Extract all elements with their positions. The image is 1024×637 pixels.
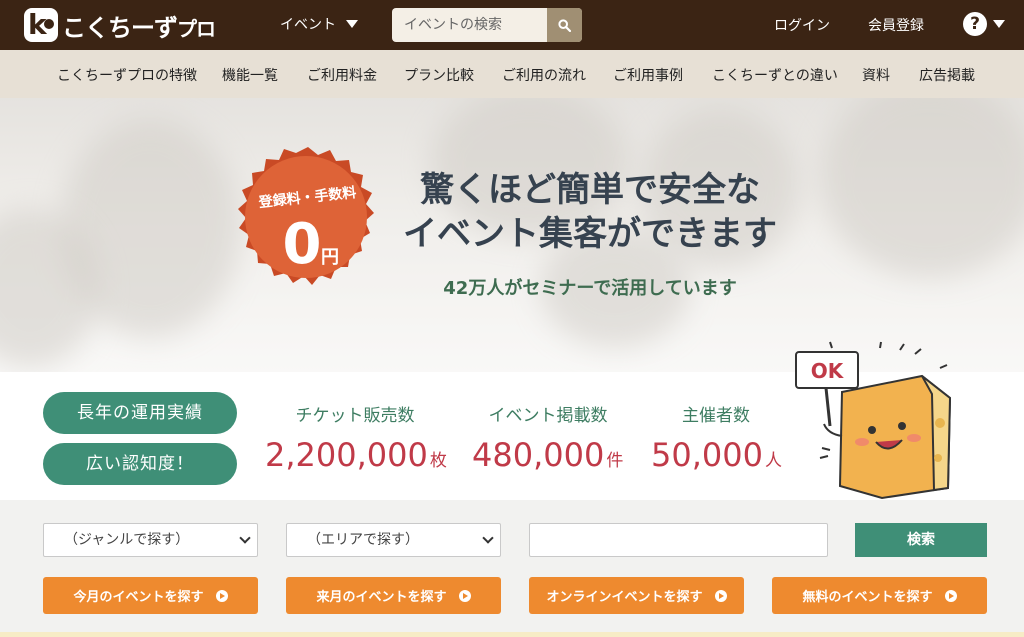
logo-mark-icon: k — [24, 8, 58, 42]
logo-text: こくちーずプロ — [62, 8, 216, 43]
fee-free-badge: 登録料・手数料 0 円 — [238, 147, 374, 285]
help-icon: ? — [963, 12, 987, 36]
event-count-label: イベント掲載数 — [488, 406, 608, 426]
event-count-number: 480,000 — [472, 436, 605, 474]
free-events-label: 無料のイベントを探す — [802, 590, 933, 605]
search-button[interactable] — [547, 8, 582, 42]
event-menu-dropdown[interactable]: イベント — [280, 14, 358, 34]
subnav-advertising[interactable]: 広告掲載 — [919, 65, 975, 85]
event-count-unit: 件 — [606, 451, 624, 471]
chevron-down-icon — [482, 532, 494, 544]
bottom-divider — [0, 632, 1024, 637]
arrow-right-icon — [714, 589, 727, 602]
cheese-mascot-illustration: OK — [795, 341, 952, 500]
subnav-materials[interactable]: 資料 — [862, 65, 890, 85]
arrow-right-icon — [458, 589, 471, 602]
next-month-events-button[interactable]: 来月のイベントを探す — [286, 577, 501, 614]
subnav-pricing[interactable]: ご利用料金 — [307, 65, 377, 85]
ticket-sales-label: チケット販売数 — [295, 406, 415, 426]
arrow-right-icon — [215, 589, 228, 602]
ticket-sales-unit: 枚 — [429, 451, 447, 471]
organizer-count-label: 主催者数 — [682, 406, 750, 426]
login-link[interactable]: ログイン — [774, 15, 830, 35]
subnav-functions[interactable]: 機能一覧 — [222, 65, 278, 85]
logo-name: こくちーず — [62, 13, 178, 42]
help-menu[interactable]: ? — [963, 12, 1005, 36]
area-select[interactable]: （エリアで探す） — [286, 523, 501, 557]
next-month-label: 来月のイベントを探す — [316, 590, 447, 605]
free-events-button[interactable]: 無料のイベントを探す — [772, 577, 987, 614]
subnav-flow[interactable]: ご利用の流れ — [502, 65, 586, 85]
chevron-down-icon — [346, 20, 358, 28]
site-logo[interactable]: k こくちーずプロ — [24, 8, 216, 43]
this-month-label: 今月のイベントを探す — [73, 590, 204, 605]
genre-select-value: （ジャンルで探す） — [64, 532, 190, 548]
organizer-count-number: 50,000 — [651, 436, 763, 474]
chevron-down-icon — [239, 532, 251, 544]
hero-title-line1: 驚くほど簡単で安全な — [420, 170, 760, 210]
organizer-count-unit: 人 — [764, 451, 782, 471]
ticket-sales-number: 2,200,000 — [265, 436, 428, 474]
subnav-plan-compare[interactable]: プラン比較 — [404, 65, 474, 85]
subnav-difference[interactable]: こくちーずとの違い — [712, 65, 838, 85]
arrow-right-icon — [944, 589, 957, 602]
header-search — [392, 8, 582, 42]
top-header: k こくちーずプロ イベント ログイン 会員登録 ? — [0, 0, 1024, 50]
track-record-pill: 長年の運用実績 — [43, 392, 237, 434]
event-count-value: 480,000 件 — [472, 436, 623, 474]
keyword-input[interactable] — [529, 523, 828, 557]
subnav-features[interactable]: こくちーずプロの特徴 — [57, 65, 197, 85]
online-events-label: オンラインイベントを探す — [546, 590, 703, 605]
hero-title-line2: イベント集客ができます — [403, 214, 777, 254]
logo-suffix: プロ — [177, 16, 216, 41]
online-events-button[interactable]: オンラインイベントを探す — [529, 577, 744, 614]
search-input[interactable] — [392, 8, 547, 42]
this-month-events-button[interactable]: 今月のイベントを探す — [43, 577, 258, 614]
chevron-down-icon — [993, 20, 1005, 28]
event-search-area — [0, 500, 1024, 637]
badge-number: 0 — [283, 212, 322, 277]
search-submit-button[interactable]: 検索 — [855, 523, 987, 557]
recognition-pill: 広い認知度！ — [43, 443, 237, 485]
ticket-sales-value: 2,200,000 枚 — [265, 436, 447, 474]
sub-navigation: こくちーずプロの特徴 機能一覧 ご利用料金 プラン比較 ご利用の流れ ご利用事例… — [0, 50, 1024, 98]
search-icon — [558, 18, 571, 32]
badge-unit: 円 — [321, 247, 339, 268]
register-link[interactable]: 会員登録 — [868, 15, 924, 35]
genre-select[interactable]: （ジャンルで探す） — [43, 523, 258, 557]
subnav-cases[interactable]: ご利用事例 — [613, 65, 683, 85]
hero-subtitle: 42万人がセミナーで活用しています — [443, 278, 737, 299]
hero-title: 驚くほど簡単で安全な イベント集客ができます — [380, 168, 800, 256]
event-menu-label: イベント — [280, 17, 336, 33]
mascot-sign-text: OK — [811, 359, 845, 383]
area-select-value: （エリアで探す） — [307, 532, 419, 548]
organizer-count-value: 50,000 人 — [651, 436, 782, 474]
